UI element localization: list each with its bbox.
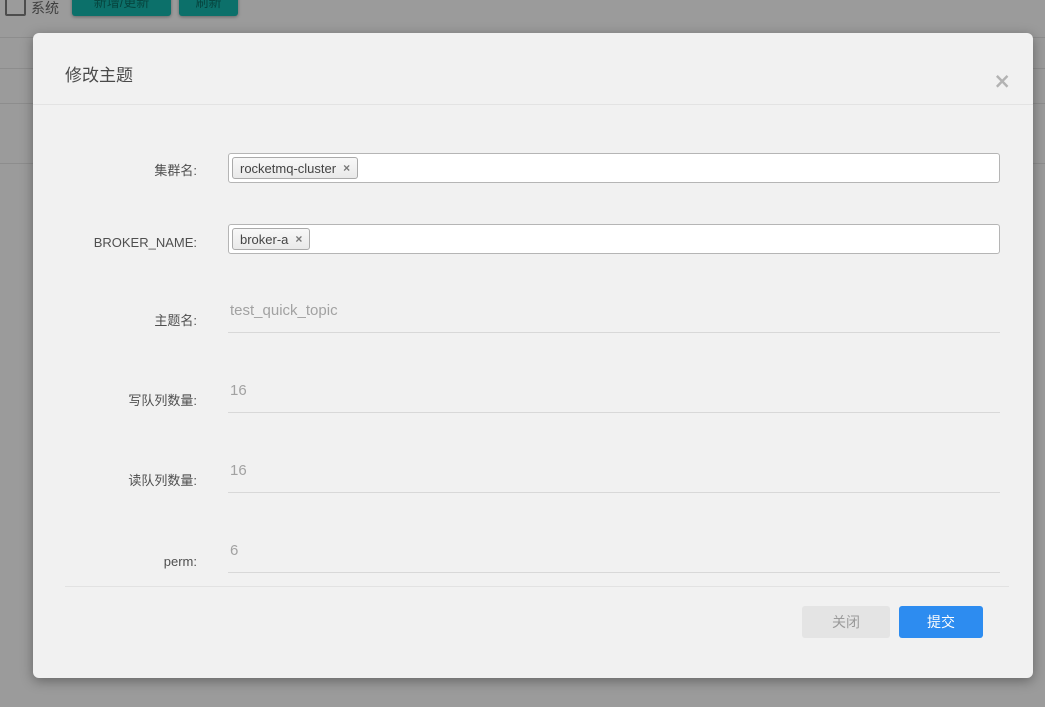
write-queue-row: 写队列数量: [33, 381, 1000, 413]
add-update-button[interactable]: 新增/更新 [72, 0, 171, 16]
cluster-name-label: 集群名: [33, 160, 228, 183]
refresh-button[interactable]: 刷新 [179, 0, 238, 16]
write-queue-label: 写队列数量: [33, 390, 228, 413]
modal-footer: 关闭 提交 [33, 587, 1033, 638]
cluster-name-row: 集群名: rocketmq-cluster × [33, 153, 1000, 183]
cluster-name-select[interactable]: rocketmq-cluster × [228, 153, 1000, 183]
read-queue-label: 读队列数量: [33, 470, 228, 493]
broker-tag: broker-a × [232, 228, 310, 250]
read-queue-row: 读队列数量: [33, 461, 1000, 493]
topic-name-label: 主题名: [33, 310, 228, 333]
system-checkbox-label: 系统 [31, 0, 59, 18]
perm-label: perm: [33, 554, 228, 573]
edit-topic-modal: × 修改主题 集群名: rocketmq-cluster × BROKER_NA… [33, 33, 1033, 678]
tag-remove-icon[interactable]: × [343, 161, 350, 175]
read-queue-input[interactable] [228, 461, 1000, 493]
modal-header: 修改主题 [33, 33, 1033, 105]
topic-name-input[interactable] [228, 301, 1000, 333]
broker-name-label: BROKER_NAME: [33, 235, 228, 254]
broker-name-row: BROKER_NAME: broker-a × [33, 224, 1000, 254]
modal-title: 修改主题 [65, 66, 133, 85]
write-queue-input[interactable] [228, 381, 1000, 413]
system-checkbox[interactable] [5, 0, 26, 16]
cluster-tag: rocketmq-cluster × [232, 157, 358, 179]
topic-name-row: 主题名: [33, 301, 1000, 333]
close-button[interactable]: 关闭 [802, 606, 890, 638]
broker-name-select[interactable]: broker-a × [228, 224, 1000, 254]
submit-button[interactable]: 提交 [899, 606, 983, 638]
broker-tag-label: broker-a [240, 232, 288, 247]
tag-remove-icon[interactable]: × [295, 232, 302, 246]
close-icon[interactable]: × [993, 71, 1011, 92]
cluster-tag-label: rocketmq-cluster [240, 161, 336, 176]
perm-input[interactable] [228, 541, 1000, 573]
perm-row: perm: [33, 541, 1000, 573]
